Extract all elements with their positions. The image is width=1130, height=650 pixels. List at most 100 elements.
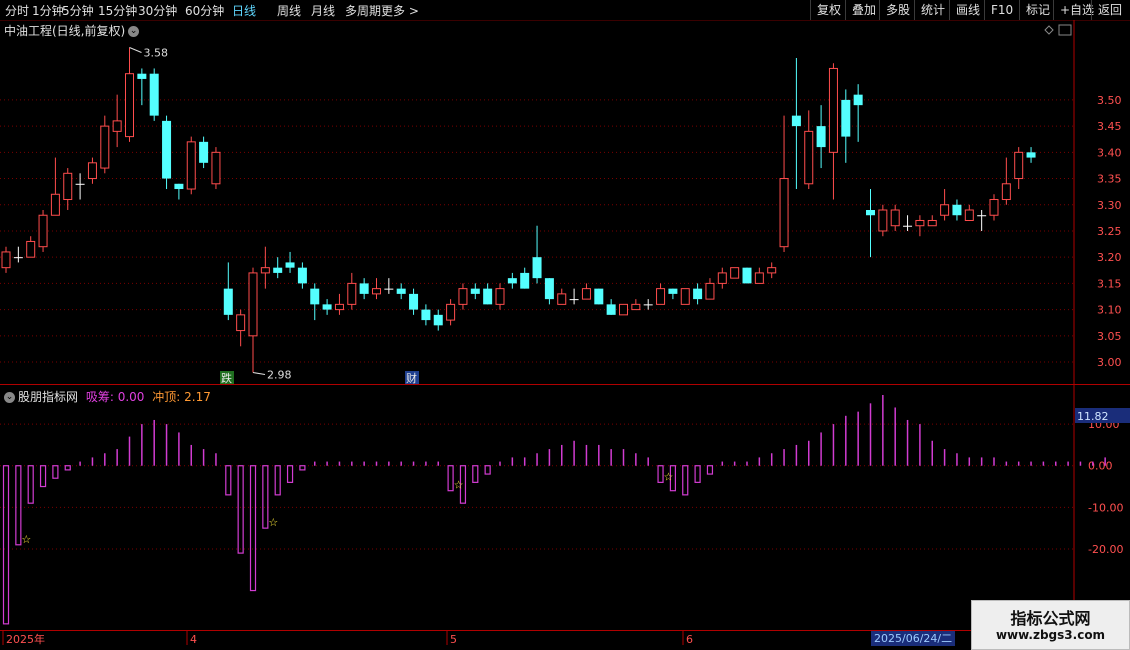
candle-body: [816, 126, 826, 148]
candle-body: [38, 214, 48, 248]
indicator-bar: [274, 465, 281, 496]
candle-body: [606, 304, 616, 315]
kline-chart[interactable]: 3.50 3.45 3.40 3.35 3.30 3.25 3.20 3.15 3.10 3.05…: [0, 0, 1130, 650]
watermark-line2: www.zbgs3.com: [995, 628, 1106, 642]
candle-body: [557, 293, 567, 305]
period-2[interactable]: 5分钟: [62, 2, 94, 19]
price-tick-label: 3.10: [1097, 304, 1122, 317]
period-10[interactable]: 更多 >: [381, 2, 419, 19]
indicator-bar: [64, 465, 71, 471]
indicator-tick-label: 0.00: [1088, 460, 1113, 473]
candle-body: [260, 267, 270, 274]
candle-body: [421, 309, 431, 321]
price-tick-label: 3.05: [1097, 330, 1122, 343]
candle-body: [50, 193, 60, 216]
chevron-down-icon[interactable]: ⌄: [4, 392, 15, 403]
candle-body: [507, 278, 517, 284]
indicator-bar: [657, 465, 664, 483]
indicator-bar: [237, 465, 244, 554]
candle-body: [631, 303, 641, 311]
candle-body: [13, 257, 23, 259]
candle-body: [396, 288, 406, 294]
price-tick-label: 3.35: [1097, 173, 1122, 186]
indicator-bar: [706, 465, 714, 475]
toolbar-button-0[interactable]: 复权: [810, 0, 847, 20]
candle-body: [569, 299, 579, 301]
period-1[interactable]: 1分钟: [32, 2, 64, 19]
period-3[interactable]: 15分钟: [98, 2, 137, 19]
candle-body: [754, 272, 764, 284]
candle-body: [532, 257, 542, 279]
candle-body: [162, 120, 172, 179]
toolbar-button-4[interactable]: 画线: [949, 0, 986, 20]
period-6[interactable]: 日线: [232, 2, 256, 19]
window-toggle-icon: [1058, 24, 1072, 36]
indicator-bar: [669, 465, 677, 492]
toolbar-button-2[interactable]: 多股: [879, 0, 916, 20]
candle-body: [297, 267, 307, 284]
period-8[interactable]: 月线: [311, 2, 335, 19]
price-tick-label: 3.00: [1097, 356, 1122, 369]
candle-body: [26, 240, 36, 258]
period-4[interactable]: 30分钟: [138, 2, 177, 19]
candle-body: [384, 288, 394, 290]
candle-body: [841, 99, 851, 137]
watermark-logo: 指标公式网 www.zbgs3.com: [971, 600, 1130, 650]
candle-body: [643, 304, 653, 306]
candle-body: [619, 303, 628, 316]
time-axis-label: 6: [686, 633, 693, 646]
current-value-box: [1075, 408, 1130, 423]
toolbar-button-1[interactable]: 叠加: [845, 0, 882, 20]
candle-body: [903, 225, 913, 227]
candle-body: [989, 199, 999, 216]
candle-body: [149, 73, 159, 116]
candle-body: [828, 67, 838, 153]
indicator-tick-label: 10.00: [1088, 418, 1120, 431]
diamond-icon: [1044, 25, 1054, 35]
price-tick-label: 3.50: [1097, 94, 1122, 107]
chevron-down-icon[interactable]: ⌄: [128, 26, 140, 37]
event-tag: 跌: [221, 371, 232, 385]
indicator-bar: [694, 465, 701, 483]
period-0[interactable]: 分时: [5, 2, 29, 19]
candle-body: [87, 162, 97, 180]
candle-body: [668, 288, 678, 294]
star-signal-icon: ☆: [21, 533, 31, 546]
candle-body: [433, 314, 443, 326]
price-tick-label: 3.45: [1097, 120, 1122, 133]
candle-body: [495, 288, 505, 305]
candle-body: [446, 303, 456, 321]
period-9[interactable]: 多周期: [345, 2, 381, 19]
candle-body: [273, 267, 283, 273]
price-tick-label: 3.20: [1097, 251, 1122, 264]
indicator-name: 股朋指标网: [18, 390, 79, 404]
candle-body: [804, 130, 814, 185]
indicator-bar: [249, 465, 257, 592]
toolbar-button-3[interactable]: 统计: [914, 0, 951, 20]
indicator-bar: [299, 465, 306, 471]
event-tag-bg: [405, 371, 419, 384]
candle-body: [186, 141, 196, 190]
candle-body: [927, 219, 937, 227]
candle-body: [310, 288, 320, 305]
candle-body: [581, 288, 591, 300]
time-axis-label: 5: [450, 633, 457, 646]
cursor-date-badge: 2025/06/24/二: [871, 631, 956, 646]
candle-body: [174, 183, 184, 190]
candle-body: [730, 267, 740, 279]
candle-body: [791, 115, 801, 127]
period-7[interactable]: 周线: [277, 2, 301, 19]
current-value: 11.82: [1077, 410, 1109, 423]
toolbar-button-6[interactable]: 标记: [1019, 0, 1056, 20]
watermark-line1: 指标公式网: [1010, 609, 1091, 628]
toolbar-button-5[interactable]: F10: [984, 0, 1019, 20]
candle-body: [705, 282, 715, 300]
candle-body: [1026, 152, 1036, 158]
indicator-bar: [484, 465, 491, 475]
candle-body: [594, 288, 604, 305]
toolbar-button-8[interactable]: 返回: [1091, 0, 1128, 20]
indicator-bar: [27, 465, 34, 504]
indicator-bar: [2, 465, 10, 625]
period-5[interactable]: 60分钟: [185, 2, 224, 19]
indicator-bar: [15, 465, 22, 546]
